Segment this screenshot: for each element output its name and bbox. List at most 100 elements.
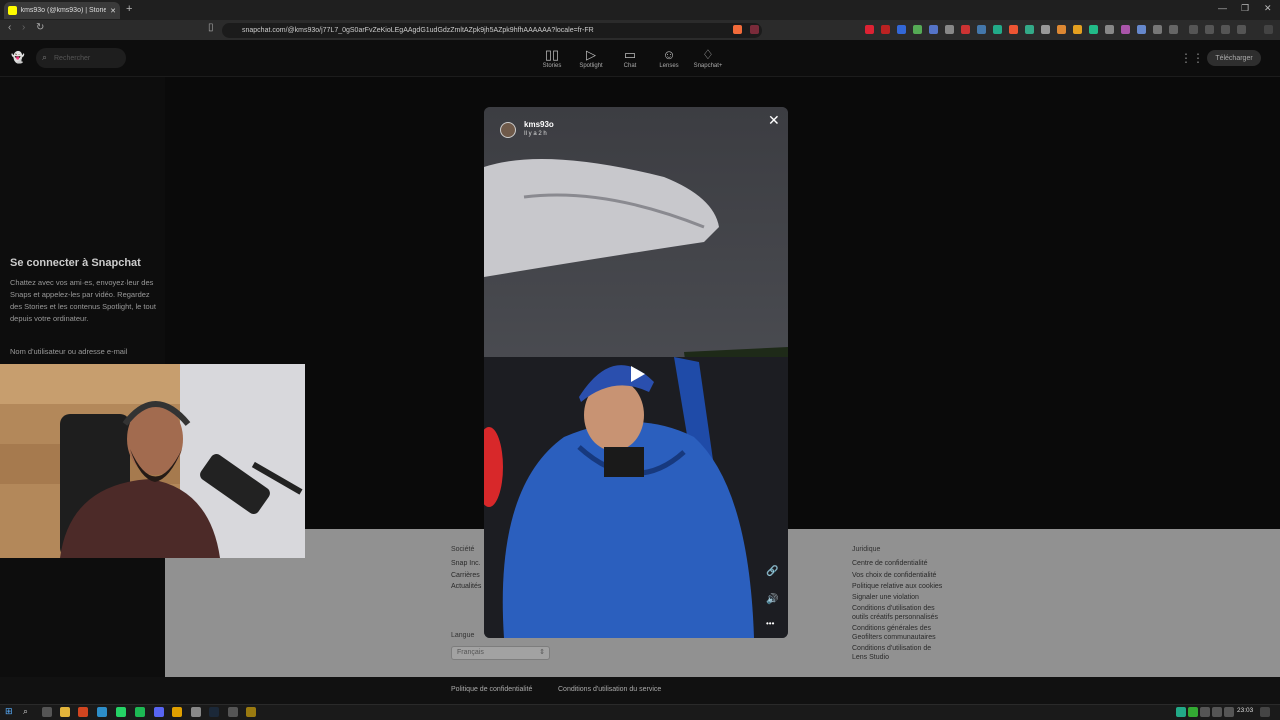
footer-link[interactable]: Conditions générales des Geofilters comm…: [852, 624, 947, 642]
network-icon[interactable]: [1212, 707, 1222, 717]
extension-icon[interactable]: [1041, 25, 1050, 34]
chat-icon: ▭: [623, 47, 637, 62]
terms-of-service-link[interactable]: Conditions d'utilisation du service: [558, 686, 661, 693]
new-tab-button[interactable]: +: [126, 3, 132, 15]
nav-snapchat-plus[interactable]: ♢ Snapchat+: [688, 47, 728, 69]
more-icon[interactable]: •••: [766, 619, 774, 628]
link-icon[interactable]: 🔗: [766, 566, 778, 577]
bookmark-icon[interactable]: ▯: [208, 22, 214, 33]
sidebar-icon[interactable]: [1205, 25, 1214, 34]
discord-icon[interactable]: [154, 707, 164, 717]
username-label: Nom d'utilisateur ou adresse e-mail: [10, 347, 128, 356]
maximize-button[interactable]: ❐: [1241, 3, 1249, 14]
taskbar-app-icon[interactable]: [97, 707, 107, 717]
webcam-frame: [0, 364, 305, 558]
extension-icon[interactable]: [929, 25, 938, 34]
snapchat-ghost-icon[interactable]: 👻: [11, 51, 25, 64]
url-input[interactable]: snapchat.com/@kms93o/j77L7_0gS0arFvZeKio…: [222, 23, 762, 38]
volume-tray-icon[interactable]: [1224, 707, 1234, 717]
extension-icon[interactable]: [865, 25, 874, 34]
file-explorer-icon[interactable]: [60, 707, 70, 717]
menu-icon[interactable]: [1264, 25, 1273, 34]
extension-icon[interactable]: [913, 25, 922, 34]
extension-icon[interactable]: [1057, 25, 1066, 34]
brave-browser-icon[interactable]: [78, 707, 88, 717]
volume-icon[interactable]: 🔊: [766, 594, 778, 605]
extension-icon[interactable]: [993, 25, 1002, 34]
notifications-icon[interactable]: [1260, 707, 1270, 717]
forward-icon[interactable]: ›: [22, 22, 25, 33]
spotify-icon[interactable]: [135, 707, 145, 717]
download-button[interactable]: Télécharger: [1207, 50, 1261, 66]
footer-link[interactable]: Centre de confidentialité: [852, 558, 947, 569]
whatsapp-icon[interactable]: [116, 707, 126, 717]
brave-rewards-icon[interactable]: [750, 25, 759, 34]
extension-icon[interactable]: [1121, 25, 1130, 34]
taskbar-app-icon[interactable]: [172, 707, 182, 717]
footer-link[interactable]: Vos choix de confidentialité: [852, 570, 947, 581]
webcam-overlay: [0, 364, 305, 558]
footer-link[interactable]: Signaler une violation: [852, 592, 947, 603]
nav-chat[interactable]: ▭ Chat: [610, 47, 650, 69]
task-view-icon[interactable]: [42, 707, 52, 717]
footer-link[interactable]: Snap Inc.: [451, 558, 481, 569]
extension-icon[interactable]: [1009, 25, 1018, 34]
snapchat-plus-icon: ♢: [702, 47, 714, 62]
tray-icon[interactable]: [1176, 707, 1186, 717]
apps-grid-icon[interactable]: ⋮⋮: [1180, 51, 1204, 65]
extension-icon[interactable]: [961, 25, 970, 34]
footer-link[interactable]: Conditions d'utilisation des outils créa…: [852, 604, 947, 622]
taskbar-clock[interactable]: 23:03: [1237, 707, 1253, 714]
extension-icon[interactable]: [1169, 25, 1178, 34]
footer-link[interactable]: Carrières: [451, 570, 480, 581]
extension-icon[interactable]: [977, 25, 986, 34]
wallet-icon[interactable]: [1221, 25, 1230, 34]
login-description: Chattez avec vos ami·es, envoyez·leur de…: [10, 278, 156, 323]
taskbar-search-icon[interactable]: ⌕: [23, 706, 28, 717]
media-icon[interactable]: [1189, 25, 1198, 34]
extension-icon[interactable]: [945, 25, 954, 34]
steam-icon[interactable]: [209, 707, 219, 717]
tray-icon[interactable]: [1188, 707, 1198, 717]
reload-icon[interactable]: ↻: [36, 22, 44, 33]
vpn-icon[interactable]: [1237, 25, 1246, 34]
footer-link[interactable]: Conditions d'utilisation de Lens Studio: [852, 644, 947, 662]
browser-tab[interactable]: kms93o (@kms93o) | Stories, Sp... ✕: [4, 2, 120, 19]
search-input[interactable]: ⌕ Rechercher: [36, 48, 126, 68]
taskbar-app-icon[interactable]: [246, 707, 256, 717]
extension-icon[interactable]: [897, 25, 906, 34]
search-placeholder: Rechercher: [54, 54, 91, 62]
footer-link[interactable]: Actualités: [451, 581, 481, 592]
tray-icon[interactable]: [1200, 707, 1210, 717]
minimize-button[interactable]: —: [1218, 3, 1227, 13]
story-username[interactable]: kms93o: [524, 120, 554, 129]
tab-close-icon[interactable]: ✕: [110, 7, 116, 15]
extension-icon[interactable]: [1089, 25, 1098, 34]
close-icon[interactable]: ✕: [768, 112, 780, 129]
footer-legal-heading: Juridique: [852, 546, 881, 553]
privacy-policy-link[interactable]: Politique de confidentialité: [451, 686, 532, 693]
snapchat-favicon-icon: [8, 6, 17, 15]
nav-lenses[interactable]: ☺ Lenses: [649, 47, 689, 69]
extension-icon[interactable]: [1025, 25, 1034, 34]
play-icon[interactable]: [627, 364, 647, 384]
footer-link[interactable]: Politique relative aux cookies: [852, 581, 947, 592]
windows-start-icon[interactable]: ⊞: [5, 706, 13, 717]
close-window-button[interactable]: ✕: [1264, 3, 1272, 14]
extension-icon[interactable]: [881, 25, 890, 34]
nav-spotlight[interactable]: ▷ Spotlight: [571, 47, 611, 69]
brave-shield-icon[interactable]: [733, 25, 742, 34]
taskbar-app-icon[interactable]: [191, 707, 201, 717]
extension-icon[interactable]: [1105, 25, 1114, 34]
chevron-updown-icon: ⇕: [539, 649, 545, 656]
avatar[interactable]: [500, 122, 516, 138]
search-icon: ⌕: [42, 52, 48, 62]
tab-title: kms93o (@kms93o) | Stories, Sp...: [20, 7, 107, 14]
extension-icon[interactable]: [1073, 25, 1082, 34]
back-icon[interactable]: ‹: [8, 22, 11, 33]
nav-stories[interactable]: ▯▯ Stories: [532, 47, 572, 69]
extension-icon[interactable]: [1153, 25, 1162, 34]
language-select[interactable]: Français ⇕: [451, 646, 550, 660]
extension-icon[interactable]: [1137, 25, 1146, 34]
taskbar-app-icon[interactable]: [228, 707, 238, 717]
